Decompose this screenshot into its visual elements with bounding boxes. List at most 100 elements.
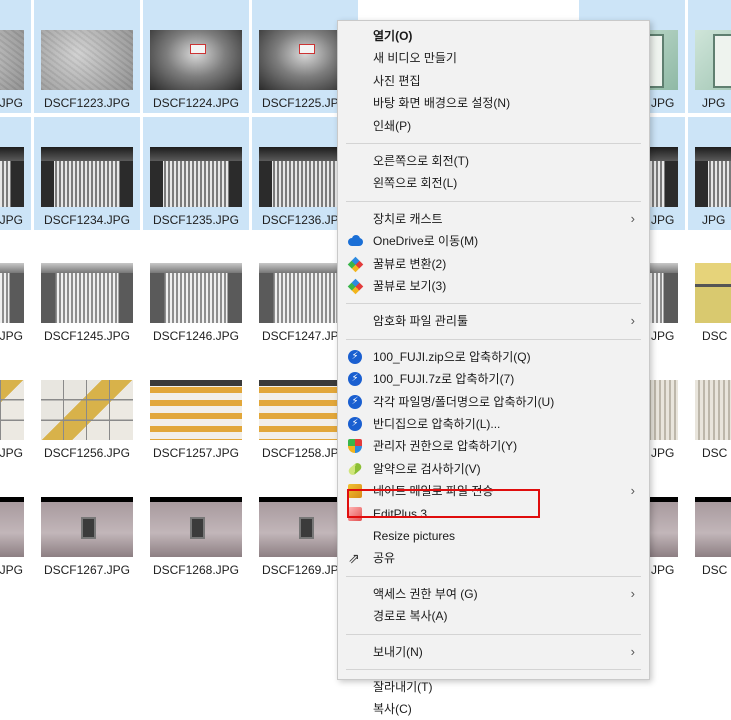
menu-separator [346,143,641,144]
file-thumbnail [41,30,133,90]
menu-item-label: Resize pictures [373,529,456,543]
file-thumbnail [150,30,242,90]
file-tile[interactable]: DSCF1268.JPG [143,467,249,580]
menu-item-label: 각각 파일명/폴더명으로 압축하기(U) [373,394,555,409]
file-tile[interactable]: DSCF1234.JPG [34,117,140,230]
menu-item-19[interactable]: ⚡ 반디집으로 압축하기(L)... [338,413,649,435]
menu-item-12[interactable]: 꿀뷰로 보기(3) [338,275,649,297]
menu-item-17[interactable]: ⚡ 100_FUJI.7z로 압축하기(7) [338,368,649,390]
file-tile[interactable]: JPG [0,233,31,346]
menu-item-10[interactable]: OneDrive로 이동(M) [338,230,649,252]
menu-item-33[interactable]: 복사(C) [338,698,649,720]
file-thumbnail [150,497,242,557]
menu-item-label: 사진 편집 [373,73,421,88]
file-tile[interactable]: JPG [0,350,31,463]
file-thumbnail [695,497,731,557]
menu-item-32[interactable]: 잘라내기(T) [338,676,649,698]
menu-item-6[interactable]: 오른쪽으로 회전(T) [338,150,649,172]
menu-item-28[interactable]: 경로로 복사(A) [338,605,649,627]
file-name: DSCF1257.JPG [152,446,240,460]
file-tile[interactable]: DSCF1257.JPG [143,350,249,463]
menu-item-label: 100_FUJI.7z로 압축하기(7) [373,372,515,387]
menu-item-9[interactable]: 장치로 캐스트 › [338,208,649,230]
menu-item-16[interactable]: ⚡ 100_FUJI.zip으로 압축하기(Q) [338,346,649,368]
file-name: JPG [0,329,23,343]
menu-item-20[interactable]: 관리자 권한으로 압축하기(Y) [338,435,649,457]
menu-item-label: 열기(O) [373,29,413,43]
menu-item-18[interactable]: ⚡ 각각 파일명/폴더명으로 압축하기(U) [338,391,649,413]
file-name: DSC [702,446,728,460]
menu-item-label: 보내기(N) [373,644,423,659]
share-icon: ⇗ [348,550,360,567]
menu-item-24[interactable]: Resize pictures [338,525,649,547]
bandizip-icon: ⚡ [348,417,362,431]
menu-item-30[interactable]: 보내기(N) › [338,641,649,663]
menu-item-label: 알약으로 검사하기(V) [373,461,481,476]
file-name: JPG [0,563,23,577]
menu-item-label: 바탕 화면 배경으로 설정(N) [373,96,511,111]
file-name: DSCF1223.JPG [43,96,131,110]
menu-separator [346,200,641,202]
bandizip-icon: ⚡ [348,394,362,409]
file-thumbnail [0,497,24,557]
file-thumbnail [150,263,242,323]
file-thumbnail [41,497,133,557]
menu-separator [346,303,641,305]
chevron-right-icon: › [630,483,635,499]
bandizip-icon: ⚡ [348,349,362,364]
file-tile[interactable]: DSC [688,350,731,463]
menu-separator [346,575,641,577]
menu-item-label: 인쇄(P) [373,118,412,133]
menu-item-11[interactable]: 꿀뷰로 변환(2) [338,253,649,275]
context-menu: 열기(O) 새 비디오 만들기사진 편집바탕 화면 배경으로 설정(N) 인쇄(P)… [337,20,650,716]
menu-item-label: 장치로 캐스트 [373,211,443,226]
file-tile[interactable]: DSCF1224.JPG [143,0,249,113]
file-tile[interactable]: DSCF1223.JPG [34,0,140,113]
menu-separator [346,633,641,635]
menu-item-21[interactable]: 알약으로 검사하기(V) [338,458,649,480]
file-tile[interactable]: JPG [0,0,31,113]
file-tile[interactable]: DSCF1246.JPG [143,233,249,346]
menu-item-label: 100_FUJI.zip으로 압축하기(Q) [373,349,531,364]
file-tile[interactable]: DSCF1256.JPG [34,350,140,463]
menu-item-label: OneDrive로 이동(M) [373,234,479,249]
menu-item-1[interactable]: 새 비디오 만들기 [338,47,649,69]
chevron-right-icon: › [630,210,635,226]
menu-item-25[interactable]: ⇗ 공유 [338,547,649,569]
file-name: DSCF1235.JPG [152,213,240,227]
file-name: DSCF1246.JPG [152,329,240,343]
file-name: JPG [0,446,23,460]
menu-item-14[interactable]: 암호화 파일 관리툴 › [338,310,649,332]
file-thumbnail [695,147,731,207]
alyac-icon [347,461,363,477]
file-thumbnail [695,30,731,90]
menu-item-2[interactable]: 사진 편집 [338,70,649,92]
chevron-right-icon: › [630,313,635,329]
file-tile[interactable]: DSCF1245.JPG [34,233,140,346]
file-tile[interactable]: DSCF1267.JPG [34,467,140,580]
onedrive-icon [348,234,363,248]
file-tile[interactable]: DSCF1235.JPG [143,117,249,230]
admin-shield-icon [348,439,362,454]
file-tile[interactable]: JPG [0,117,31,230]
menu-separator [346,338,641,340]
file-name: JPG [0,213,23,227]
file-tile[interactable]: DSC [688,233,731,346]
file-tile[interactable]: DSC [688,467,731,580]
chevron-right-icon: › [630,585,635,601]
menu-item-label: 관리자 권한으로 압축하기(Y) [373,439,518,454]
menu-item-label: 왼쪽으로 회전(L) [373,176,458,191]
menu-item-7[interactable]: 왼쪽으로 회전(L) [338,172,649,194]
file-tile[interactable]: JPG [688,117,731,230]
file-tile[interactable]: JPG [0,467,31,580]
honeyview-icon [347,278,364,295]
menu-item-label: 꿀뷰로 보기(3) [373,279,447,293]
file-tile[interactable]: JPG [688,0,731,113]
menu-item-3[interactable]: 바탕 화면 배경으로 설정(N) [338,92,649,114]
menu-item-0[interactable]: 열기(O) [338,25,649,47]
file-name: DSCF1268.JPG [152,563,240,577]
file-name: JPG [0,96,23,110]
menu-item-27[interactable]: 액세스 권한 부여 (G) › [338,583,649,605]
menu-item-4[interactable]: 인쇄(P) [338,115,649,137]
file-thumbnail [150,380,242,440]
